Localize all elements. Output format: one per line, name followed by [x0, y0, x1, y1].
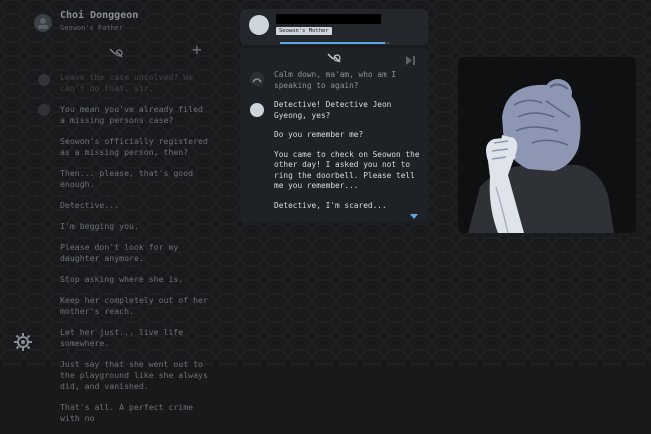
message-text: Stop asking where she is.	[60, 274, 184, 284]
call-progress-fill	[280, 42, 385, 44]
chat-header: Seowon's Mother	[240, 9, 428, 45]
message-text: Let her just... live life somewhere.	[60, 327, 184, 348]
contact-header: Choi Donggeon Seowon's Father	[34, 10, 138, 32]
message-text: Then... please, that's good enough.	[60, 168, 194, 189]
contact-role: Seowon's Father	[60, 24, 124, 32]
message-text: Detective! Detective Jeon Gyeong, yes?	[274, 100, 392, 120]
woman-on-phone-illustration	[468, 79, 614, 233]
message-text: Leave the case unsolved? We can't do tha…	[60, 72, 194, 93]
redacted-name	[276, 14, 381, 24]
message-text: Calm down, ma'am, who am I speaking to a…	[274, 70, 397, 90]
detective-avatar	[250, 72, 264, 86]
gear-icon[interactable]	[14, 333, 32, 355]
avatar	[249, 15, 269, 35]
message-text: Do you remember me?	[274, 130, 364, 139]
message-text: Detective...	[60, 200, 120, 210]
message-text: You came to check on Seowon the other da…	[274, 149, 420, 191]
call-progress-bar	[280, 42, 390, 44]
character-portrait	[458, 57, 636, 233]
chat-panel[interactable]: Calm down, ma'am, who am I speaking to a…	[240, 48, 428, 222]
message-text: You mean you've already filed a missing …	[60, 104, 203, 125]
avatar	[34, 14, 52, 32]
phone-icon	[252, 78, 262, 83]
message-text: Just say that she went out to the playgr…	[60, 359, 208, 391]
link-icon[interactable]	[326, 49, 342, 68]
skip-icon[interactable]	[406, 50, 416, 69]
message-text: Keep her completely out of her mother's …	[60, 295, 208, 316]
person-icon	[38, 18, 48, 29]
avatar	[250, 103, 264, 117]
contact-name: Choi Donggeon	[60, 10, 139, 21]
scroll-down-icon[interactable]	[410, 214, 418, 219]
avatar	[38, 104, 50, 116]
chat-toolbar	[240, 48, 428, 65]
message-list: Calm down, ma'am, who am I speaking to a…	[274, 70, 422, 220]
message-text: That's all. A perfect crime with no	[60, 402, 194, 423]
message-text: I'm begging you.	[60, 221, 139, 231]
plus-icon[interactable]: +	[192, 40, 202, 59]
message-text: Please don't look for my daughter anymor…	[60, 242, 179, 263]
message-text: Detective, I'm scared...	[274, 200, 387, 210]
message-text: Seowon's officially registered as a miss…	[60, 136, 208, 157]
contact-role-badge: Seowon's Mother	[276, 27, 332, 35]
avatar	[38, 74, 50, 86]
previous-conversation-panel[interactable]: Choi Donggeon Seowon's Father + Leave th…	[0, 0, 222, 423]
link-icon[interactable]	[108, 44, 124, 63]
message-list: Leave the case unsolved? We can't do tha…	[60, 72, 210, 434]
